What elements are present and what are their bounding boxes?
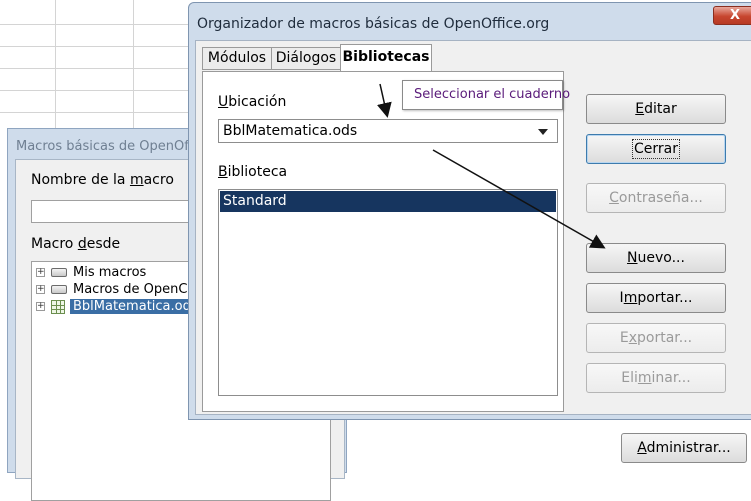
spreadsheet-grid bbox=[0, 0, 200, 140]
tree-item-openoffice-macros[interactable]: + Macros de OpenC bbox=[36, 281, 187, 298]
expand-icon[interactable]: + bbox=[36, 268, 45, 277]
close-icon[interactable]: X bbox=[713, 6, 751, 25]
dropdown-arrow-icon[interactable] bbox=[538, 129, 548, 135]
delete-button[interactable]: Eliminar... bbox=[586, 363, 726, 393]
tab-modules[interactable]: Módulos bbox=[202, 47, 272, 70]
macro-from-label: Macro desde bbox=[31, 236, 121, 252]
tab-dialogs[interactable]: Diálogos bbox=[271, 47, 341, 70]
new-button[interactable]: Nuevo... bbox=[586, 243, 726, 273]
library-item-standard[interactable]: Standard bbox=[220, 191, 556, 212]
password-button[interactable]: Contraseña... bbox=[586, 183, 726, 213]
export-button[interactable]: Exportar... bbox=[586, 323, 726, 353]
macro-name-label: Nombre de la macro bbox=[31, 172, 174, 188]
location-dropdown[interactable]: BblMatematica.ods bbox=[218, 119, 558, 143]
basic-macros-title: Macros básicas de OpenOff bbox=[16, 139, 194, 154]
library-label: Biblioteca bbox=[218, 164, 288, 180]
expand-icon[interactable]: + bbox=[36, 285, 45, 294]
import-button[interactable]: Importar... bbox=[586, 283, 726, 313]
spreadsheet-icon bbox=[51, 299, 65, 314]
macro-organizer-dialog: Organizador de macros básicas de OpenOff… bbox=[188, 2, 751, 420]
drive-icon bbox=[51, 285, 67, 294]
dialog-title: Organizador de macros básicas de OpenOff… bbox=[197, 16, 550, 32]
location-label: Ubicación bbox=[218, 94, 287, 110]
expand-icon[interactable]: + bbox=[36, 302, 45, 311]
edit-button[interactable]: Editar bbox=[586, 94, 726, 124]
drive-icon bbox=[51, 268, 67, 277]
close-button[interactable]: Cerrar bbox=[586, 134, 726, 164]
tooltip-select-workbook: Seleccionar el cuaderno bbox=[402, 80, 570, 110]
location-value: BblMatematica.ods bbox=[223, 123, 358, 139]
tree-item-my-macros[interactable]: + Mis macros bbox=[36, 264, 146, 281]
tab-libraries[interactable]: Bibliotecas bbox=[340, 44, 432, 72]
tree-item-bblmatematica[interactable]: + BblMatematica.od bbox=[36, 298, 194, 315]
library-list[interactable]: Standard bbox=[218, 189, 558, 396]
administrar-button[interactable]: Administrar... bbox=[621, 433, 747, 463]
